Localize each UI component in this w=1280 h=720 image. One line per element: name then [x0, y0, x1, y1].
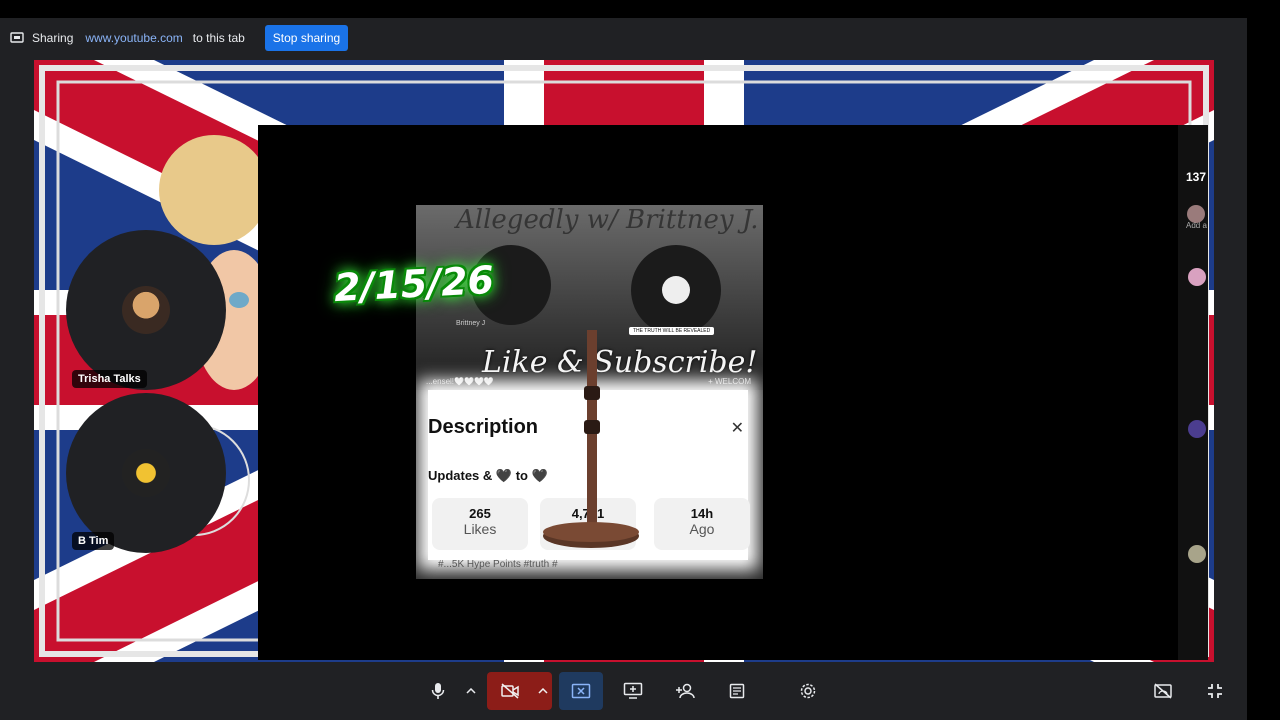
close-icon[interactable]: ✕: [731, 418, 744, 438]
present-screen-icon: [623, 682, 643, 700]
top-strip: [0, 0, 1247, 18]
participant-name: Trisha Talks: [72, 370, 147, 388]
stat-label: Ago: [689, 521, 715, 537]
participant-tile[interactable]: B Tim: [66, 393, 226, 553]
sharing-bar: Sharing www.youtube.com to this tab Stop…: [0, 18, 1247, 58]
add-comment-hint[interactable]: Add a comm: [1186, 220, 1208, 232]
microphone-icon: [431, 682, 445, 700]
microphone-button[interactable]: [422, 672, 454, 710]
participant-name: B Tim: [72, 532, 115, 550]
guest-icon: [662, 276, 690, 304]
stat-card: 14h Ago: [654, 498, 750, 550]
ticker-left: ...ensel!🤍🤍🤍🤍: [426, 377, 494, 386]
settings-button[interactable]: [792, 672, 824, 710]
add-person-icon: [675, 683, 695, 699]
channel-tag: Brittney J: [456, 320, 486, 327]
chat-avatar: [1188, 420, 1206, 438]
meeting-controls: [0, 662, 1247, 720]
hashtag-footer: #...5K Hype Points #truth #: [438, 559, 558, 570]
add-people-button[interactable]: [669, 672, 701, 710]
to-tab-label: to this tab: [192, 31, 245, 45]
stop-present-icon: [571, 683, 591, 699]
description-title: Description: [428, 416, 539, 438]
chevron-up-icon: [537, 688, 548, 694]
chat-avatar: [1188, 268, 1206, 286]
stop-presenting-button[interactable]: [559, 672, 603, 710]
self-view-off-icon: [1153, 683, 1173, 699]
camera-off-icon: [500, 683, 520, 699]
exit-fullscreen-icon: [1207, 683, 1223, 699]
stat-number: 265: [469, 506, 491, 521]
participant-tile[interactable]: Trisha Talks: [66, 230, 226, 390]
stat-label: Likes: [463, 521, 497, 537]
camera-off-button[interactable]: [487, 672, 533, 710]
right-edge-panel: [1247, 0, 1280, 720]
notes-icon: [729, 683, 745, 699]
updates-line: Updates & 🖤 to 🖤: [428, 468, 548, 483]
video-title: Allegedly w/ Brittney J.: [456, 205, 759, 235]
date-overlay: 2/15/26: [332, 257, 496, 311]
shared-url[interactable]: www.youtube.com: [85, 31, 182, 45]
stat-number: 14h: [690, 506, 714, 521]
video-options-button[interactable]: [533, 672, 552, 710]
microphone-stand-image: [541, 330, 641, 550]
banner-tag: THE TRUTH WILL BE REVEALED: [629, 327, 715, 335]
viewer-count: 137: [1186, 170, 1207, 184]
hide-self-view-button[interactable]: [1147, 672, 1179, 710]
bee-avatar: [122, 449, 170, 497]
chat-avatar: [1188, 545, 1206, 563]
ticker-right: + WELCOM: [708, 377, 751, 386]
notes-button[interactable]: [721, 672, 753, 710]
stop-sharing-button[interactable]: Stop sharing: [264, 25, 349, 51]
gear-icon: [799, 682, 817, 700]
chevron-up-icon: [466, 688, 476, 694]
avatar: [122, 286, 170, 334]
guest-avatar: [631, 245, 721, 335]
stat-card: 265 Likes: [432, 498, 528, 550]
audio-options-button[interactable]: [460, 672, 482, 710]
present-screen-icon: [10, 30, 26, 46]
present-button[interactable]: [617, 672, 649, 710]
exit-fullscreen-button[interactable]: [1199, 672, 1231, 710]
sharing-label: Sharing: [32, 31, 74, 45]
